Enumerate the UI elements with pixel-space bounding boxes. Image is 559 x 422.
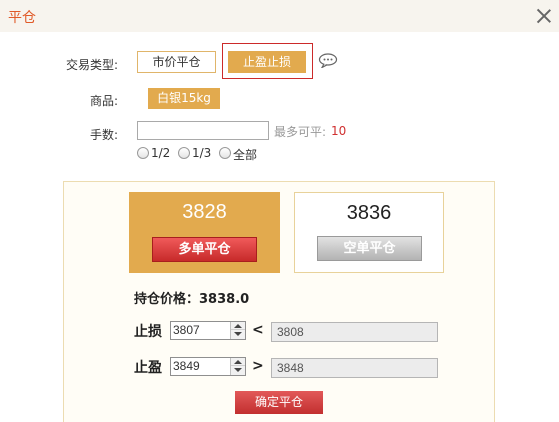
- long-price: 3828: [182, 201, 227, 223]
- hold-price: 持仓价格：3838.0: [134, 288, 249, 307]
- window-title: 平仓: [8, 10, 36, 26]
- quantity-input[interactable]: [137, 121, 269, 140]
- ratio-half-label: 1/2: [151, 146, 171, 160]
- trade-type-label: 交易类型:: [66, 58, 119, 72]
- ratio-third-label: 1/3: [192, 146, 212, 160]
- long-order-card: 3828 多单平仓: [129, 192, 280, 273]
- greater-than-sign: >: [252, 358, 264, 374]
- decrement-arrow-icon[interactable]: [231, 366, 245, 374]
- close-short-button[interactable]: 空单平仓: [317, 236, 422, 261]
- stop-profit-loss-button[interactable]: 止盈止损: [228, 51, 306, 73]
- product-label: 商品:: [90, 94, 119, 108]
- increment-arrow-icon[interactable]: [231, 322, 245, 330]
- stepper-arrows: [230, 322, 245, 339]
- take-profit-stepper[interactable]: 3849: [170, 357, 246, 376]
- quantity-label: 手数:: [90, 128, 119, 142]
- less-than-sign: <: [252, 322, 264, 338]
- max-closable-value: 10: [331, 124, 347, 138]
- market-close-button[interactable]: 市价平仓: [137, 51, 216, 73]
- increment-arrow-icon[interactable]: [231, 358, 245, 366]
- stop-loss-label: 止损: [134, 324, 162, 340]
- take-profit-ref-value: 3848: [277, 361, 304, 375]
- stop-loss-ref-value: 3808: [277, 325, 304, 339]
- radio-circle-icon: [178, 147, 190, 159]
- stepper-arrows: [230, 358, 245, 375]
- close-long-button[interactable]: 多单平仓: [152, 237, 257, 262]
- take-profit-label: 止盈: [134, 360, 162, 376]
- short-order-card: 3836 空单平仓: [294, 192, 444, 273]
- stop-loss-value: 3807: [173, 323, 200, 337]
- radio-circle-icon: [219, 147, 231, 159]
- take-profit-value: 3849: [173, 359, 200, 373]
- decrement-arrow-icon[interactable]: [231, 330, 245, 338]
- close-icon[interactable]: [536, 8, 552, 24]
- hold-price-value: 3838.0: [199, 292, 250, 307]
- stop-loss-stepper[interactable]: 3807: [170, 321, 246, 340]
- short-price: 3836: [346, 202, 392, 224]
- title-bar: 平仓: [0, 0, 559, 32]
- confirm-close-button[interactable]: 确定平仓: [235, 391, 323, 414]
- hold-price-label: 持仓价格：: [134, 292, 200, 307]
- max-closable-label: 最多可平:: [274, 125, 327, 139]
- take-profit-ref-field: 3848: [271, 358, 438, 378]
- stop-loss-ref-field: 3808: [271, 322, 438, 342]
- radio-circle-icon: [137, 147, 149, 159]
- ratio-all-label: 全部: [233, 148, 258, 162]
- chat-bubble-icon[interactable]: [318, 53, 338, 68]
- product-badge: 白银15kg: [148, 88, 220, 109]
